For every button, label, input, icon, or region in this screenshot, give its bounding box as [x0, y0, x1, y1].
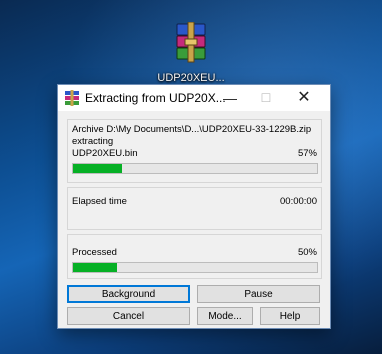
total-progress-fill	[73, 263, 117, 272]
help-button[interactable]: Help	[260, 307, 320, 325]
desktop-icon-label: UDP20XEU...	[157, 72, 225, 84]
window-title: Extracting from UDP20X...	[85, 91, 226, 105]
winrar-archive-icon	[176, 22, 206, 63]
pause-button[interactable]: Pause	[197, 285, 320, 303]
cancel-button[interactable]: Cancel	[67, 307, 190, 325]
processed-percent: 50%	[297, 247, 317, 258]
archive-path-text: Archive D:\My Documents\D...\UDP20XEU-33…	[72, 124, 312, 135]
mode-button[interactable]: Mode...	[197, 307, 253, 325]
time-panel: Elapsed time 00:00:00	[67, 187, 322, 230]
archive-status-panel: Archive D:\My Documents\D...\UDP20XEU-33…	[67, 119, 322, 183]
desktop-archive-shortcut[interactable]: UDP20XEU...	[152, 22, 230, 84]
file-progress-fill	[73, 164, 122, 173]
file-percent: 57%	[297, 148, 317, 159]
maximize-button[interactable]: ☐	[248, 85, 284, 111]
elapsed-time-label: Elapsed time	[72, 196, 127, 207]
file-progress-bar	[72, 163, 318, 174]
title-bar[interactable]: Extracting from UDP20X... — ☐ ✕	[58, 85, 330, 111]
close-button[interactable]: ✕	[286, 85, 322, 111]
elapsed-time-value: 00:00:00	[280, 196, 317, 207]
dialog-body: Archive D:\My Documents\D...\UDP20XEU-33…	[58, 111, 330, 328]
current-file-name: UDP20XEU.bin	[72, 148, 138, 159]
processed-label: Processed	[72, 247, 117, 258]
background-button[interactable]: Background	[67, 285, 190, 303]
extraction-dialog: Extracting from UDP20X... — ☐ ✕ Archive …	[57, 84, 331, 329]
winrar-icon	[65, 90, 79, 106]
total-progress-bar	[72, 262, 318, 273]
action-text: extracting	[72, 136, 114, 147]
minimize-button[interactable]: —	[212, 85, 248, 111]
processed-panel: Processed 50%	[67, 234, 322, 279]
